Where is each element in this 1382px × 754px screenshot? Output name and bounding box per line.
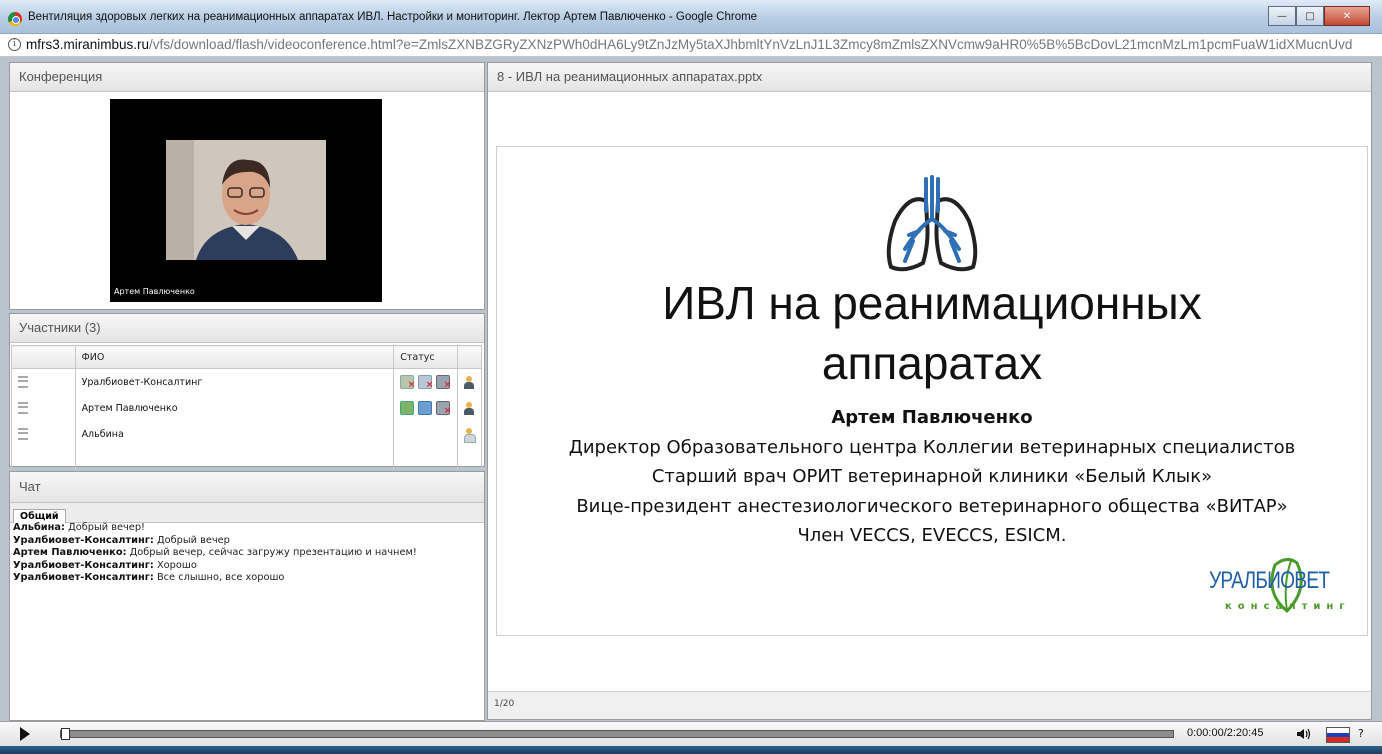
presentation-panel: 8 - ИВЛ на реанимационных аппаратах.pptx… bbox=[487, 62, 1372, 720]
chat-text: Хорошо bbox=[153, 559, 197, 571]
camera-off-icon[interactable]: × bbox=[418, 375, 433, 390]
uralbiovet-logo: УРАЛБИОВЕТ консалтинг bbox=[1209, 553, 1349, 623]
slide: ИВЛ на реанимационных аппаратах Артем Па… bbox=[496, 146, 1368, 636]
chat-message: Уралбиовет-Консалтинг: Добрый вечер bbox=[13, 535, 417, 548]
chat-panel: Чат Общий Альбина: Добрый вечер! Уралбио… bbox=[9, 471, 485, 721]
participants-title: Участники (3) bbox=[10, 314, 484, 343]
video-player[interactable]: Артем Павлюченко bbox=[110, 99, 382, 302]
participant-row[interactable]: Альбина bbox=[11, 421, 482, 447]
chat-text: Все слышно, все хорошо bbox=[153, 572, 285, 583]
time-display: 0:00:00/2:20:45 bbox=[1187, 727, 1264, 739]
participant-row[interactable]: Уралбиовет-Консалтинг × × × bbox=[11, 368, 482, 395]
slide-line: Член VECCS, EVECCS, ESICM. bbox=[797, 525, 1067, 546]
page-counter: 1/20 bbox=[494, 699, 515, 709]
logo-subtext: консалтинг bbox=[1225, 601, 1351, 612]
chat-author: Уралбиовет-Консалтинг: bbox=[13, 534, 154, 546]
participant-row[interactable]: Артем Павлюченко × bbox=[11, 395, 482, 421]
participant-name: Альбина bbox=[74, 421, 395, 447]
guest-role-icon bbox=[464, 427, 477, 443]
speaker-video bbox=[166, 140, 326, 260]
window-titlebar: Вентиляция здоровых легких на реанимацио… bbox=[0, 0, 1382, 34]
chat-author: Уралбиовет-Консалтинг: bbox=[13, 559, 154, 571]
col-role-header bbox=[457, 345, 482, 369]
taskbar bbox=[0, 746, 1382, 754]
chrome-icon bbox=[8, 12, 22, 26]
drag-handle-icon[interactable] bbox=[18, 428, 28, 440]
play-button[interactable] bbox=[20, 727, 30, 741]
user-role-icon bbox=[464, 375, 475, 389]
slide-author: Артем Павлюченко bbox=[831, 407, 1033, 428]
lungs-icon bbox=[886, 175, 978, 272]
info-icon[interactable]: i bbox=[8, 38, 21, 51]
url-path: /vfs/download/flash/videoconference.html… bbox=[149, 37, 1353, 52]
participants-header-row: ФИО Статус bbox=[11, 345, 482, 369]
url-text[interactable]: mfrs3.miranimbus.ru/vfs/download/flash/v… bbox=[26, 37, 1376, 52]
slide-title-line1: ИВЛ на реанимационных bbox=[662, 277, 1202, 329]
slide-line: Старший врач ОРИТ ветеринарной клиники «… bbox=[651, 466, 1213, 487]
chat-text: Добрый вечер bbox=[153, 534, 230, 546]
chat-text: Добрый вечер, сейчас загружу презентацию… bbox=[126, 547, 417, 558]
screen-off-icon[interactable]: × bbox=[436, 375, 451, 390]
mic-on-icon[interactable] bbox=[400, 401, 415, 415]
help-button[interactable]: ? bbox=[1358, 727, 1364, 740]
col-name-header[interactable]: ФИО bbox=[74, 345, 395, 369]
address-bar[interactable]: i mfrs3.miranimbus.ru/vfs/download/flash… bbox=[0, 34, 1382, 57]
col-status-header[interactable]: Статус bbox=[393, 345, 459, 369]
chat-text: Добрый вечер! bbox=[64, 522, 145, 533]
window-title: Вентиляция здоровых легких на реанимацио… bbox=[28, 11, 758, 23]
chat-message: Альбина: Добрый вечер! bbox=[13, 522, 417, 535]
participants-table: ФИО Статус Уралбиовет-Консалтинг × × × Арт… bbox=[11, 345, 482, 473]
url-host: mfrs3.miranimbus.ru bbox=[26, 37, 150, 52]
slide-body: Артем Павлюченко Директор Образовательно… bbox=[497, 403, 1367, 551]
drag-handle-icon[interactable] bbox=[18, 402, 28, 414]
player-bar: 0:00:00/2:20:45 ? bbox=[0, 721, 1382, 746]
chat-message: Уралбиовет-Консалтинг: Все слышно, все х… bbox=[13, 572, 417, 585]
participants-panel: Участники (3) ФИО Статус Уралбиовет-Конс… bbox=[9, 313, 485, 473]
seek-knob[interactable] bbox=[61, 728, 70, 740]
maximize-button[interactable]: □ bbox=[1296, 6, 1324, 26]
chat-author: Уралбиовет-Консалтинг: bbox=[13, 572, 154, 583]
conference-title: Конференция bbox=[10, 63, 484, 92]
chat-tabs-bar bbox=[10, 503, 484, 523]
volume-icon[interactable] bbox=[1296, 728, 1312, 740]
screen-off-icon[interactable]: × bbox=[436, 401, 451, 416]
mic-off-icon[interactable]: × bbox=[400, 375, 415, 390]
slide-title-line2: аппаратах bbox=[821, 337, 1043, 389]
russian-flag-icon[interactable] bbox=[1326, 727, 1350, 743]
conference-panel: Конференция Артем Павлюченко bbox=[9, 62, 485, 310]
chat-title: Чат bbox=[10, 472, 484, 503]
chat-author: Альбина: bbox=[13, 522, 65, 533]
logo-text: УРАЛБИОВЕТ bbox=[1209, 567, 1330, 594]
chat-messages: Альбина: Добрый вечер! Уралбиовет-Консал… bbox=[13, 522, 417, 585]
close-button[interactable]: ✕ bbox=[1324, 6, 1370, 26]
chat-message: Артем Павлюченко: Добрый вечер, сейчас з… bbox=[13, 547, 417, 560]
chat-message: Уралбиовет-Консалтинг: Хорошо bbox=[13, 560, 417, 573]
user-role-icon bbox=[464, 401, 475, 415]
slide-line: Вице-президент анестезиологического вете… bbox=[576, 495, 1288, 517]
drag-handle-icon[interactable] bbox=[18, 376, 28, 388]
chat-author: Артем Павлюченко: bbox=[13, 547, 127, 558]
participant-name: Уралбиовет-Консалтинг bbox=[74, 368, 395, 395]
presentation-title: 8 - ИВЛ на реанимационных аппаратах.pptx bbox=[488, 63, 1371, 92]
minimize-button[interactable]: — bbox=[1268, 6, 1296, 26]
seek-bar[interactable] bbox=[60, 728, 1174, 740]
camera-on-icon[interactable] bbox=[418, 401, 433, 415]
window-controls: — □ ✕ bbox=[1268, 6, 1370, 26]
speaker-name: Артем Павлюченко bbox=[114, 287, 195, 296]
participant-name: Артем Павлюченко bbox=[74, 395, 395, 421]
chat-tab-general[interactable]: Общий bbox=[13, 509, 66, 523]
speaker-image bbox=[166, 140, 326, 260]
slide-footer: 1/20 bbox=[488, 691, 1371, 719]
slide-line: Директор Образовательного центра Коллеги… bbox=[568, 436, 1296, 458]
col-drag-header bbox=[11, 345, 76, 369]
